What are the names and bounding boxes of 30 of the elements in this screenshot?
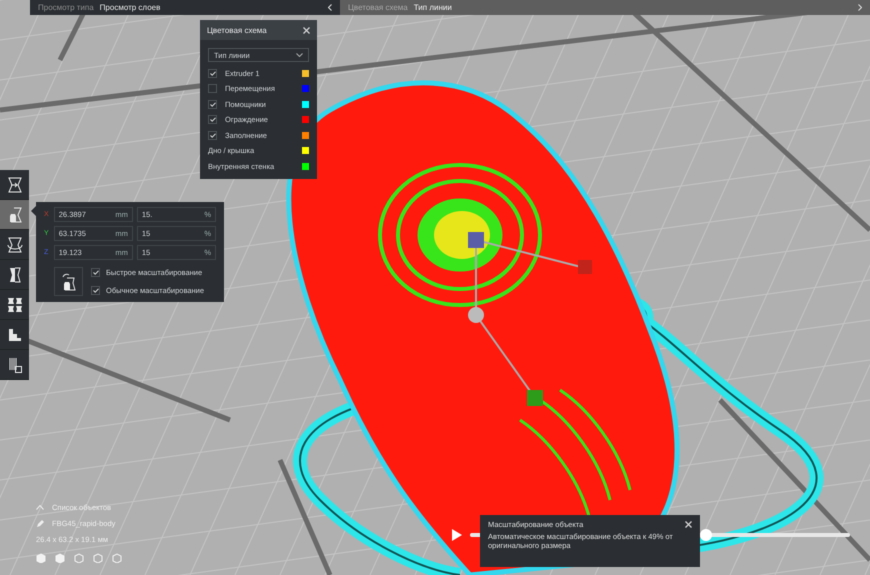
color-scheme-label: Цветовая схема (348, 3, 408, 12)
play-button[interactable] (451, 529, 463, 541)
move-tool-icon (8, 176, 22, 192)
close-icon[interactable] (685, 520, 692, 529)
layers-tool-icon (8, 356, 22, 372)
scale-tool-icon (8, 206, 22, 222)
view-type-label: Просмотр типа (38, 3, 94, 12)
checkbox[interactable] (91, 286, 100, 296)
mirror-tool-icon (8, 266, 22, 282)
close-icon[interactable] (303, 26, 310, 34)
scale-reset-button[interactable] (54, 267, 83, 296)
tool-button[interactable] (0, 200, 29, 230)
checkbox[interactable] (91, 268, 100, 277)
stairs-icon (8, 328, 22, 342)
expand-chevron-icon[interactable] (858, 4, 862, 11)
checkbox[interactable] (208, 100, 217, 109)
scale-model-icon (60, 272, 76, 290)
rotate-tool-icon (6, 236, 22, 252)
multiply-tool-icon (6, 296, 22, 312)
car-model-drawing[interactable] (286, 80, 824, 575)
transform-gizmo-drawing[interactable] (468, 232, 592, 406)
checkbox[interactable] (208, 84, 217, 94)
collapse-chevron-icon[interactable] (328, 4, 332, 11)
checkbox[interactable] (208, 115, 217, 124)
checkbox[interactable] (208, 130, 217, 140)
checkbox[interactable] (208, 68, 217, 78)
view-type-value[interactable]: Просмотр слоев (100, 3, 160, 12)
chevron-down-icon (296, 53, 303, 57)
color-scheme-value[interactable]: Тип линии (414, 3, 452, 12)
panel-title: Цветовая схема (207, 26, 267, 34)
